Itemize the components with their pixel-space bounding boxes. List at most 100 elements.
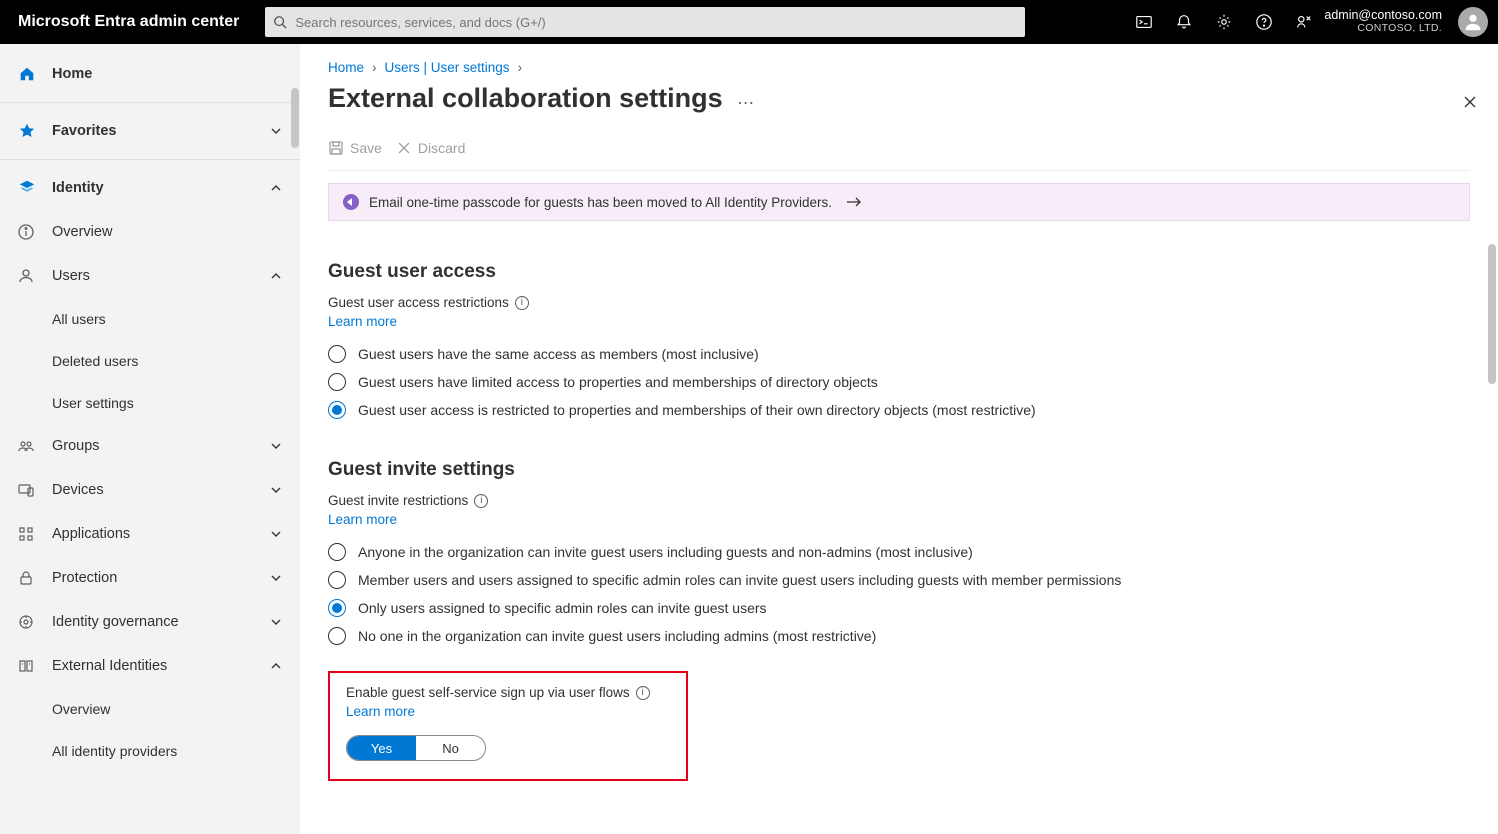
sidebar-devices[interactable]: Devices <box>0 468 300 512</box>
star-icon <box>18 122 42 140</box>
guest-invite-opt2[interactable]: Member users and users assigned to speci… <box>328 571 1470 589</box>
sidebar-label: Identity <box>52 180 104 196</box>
learn-more-link[interactable]: Learn more <box>328 314 397 329</box>
command-bar: Save Discard <box>328 140 1470 171</box>
crumb-home[interactable]: Home <box>328 60 364 75</box>
discard-label: Discard <box>418 140 465 156</box>
guest-access-opt3[interactable]: Guest user access is restricted to prope… <box>328 401 1470 419</box>
guest-access-restrictions-label: Guest user access restrictions i <box>328 295 1470 310</box>
sidebar-overview[interactable]: Overview <box>0 210 300 254</box>
help-icon[interactable] <box>1244 0 1284 44</box>
toggle-yes[interactable]: Yes <box>347 736 416 760</box>
sidebar-external-providers[interactable]: All identity providers <box>0 730 300 772</box>
guest-invite-radio-group: Anyone in the organization can invite gu… <box>328 543 1470 645</box>
info-icon <box>18 224 42 240</box>
discard-button[interactable]: Discard <box>396 140 465 156</box>
self-service-highlight: Enable guest self-service sign up via us… <box>328 671 688 781</box>
crumb-users-settings[interactable]: Users | User settings <box>385 60 510 75</box>
sidebar-external-identities[interactable]: External Identities <box>0 644 300 688</box>
learn-more-link[interactable]: Learn more <box>328 512 397 527</box>
sidebar-applications[interactable]: Applications <box>0 512 300 556</box>
account-info[interactable]: admin@contoso.com CONTOSO, LTD. <box>1324 9 1448 34</box>
banner-text: Email one-time passcode for guests has b… <box>369 195 832 210</box>
sidebar-label: Protection <box>52 570 117 586</box>
info-banner: Email one-time passcode for guests has b… <box>328 183 1470 221</box>
chevron-down-icon <box>270 125 282 137</box>
close-icon[interactable] <box>1462 94 1478 110</box>
learn-more-link[interactable]: Learn more <box>346 704 415 719</box>
sidebar-governance[interactable]: Identity governance <box>0 600 300 644</box>
info-icon[interactable]: i <box>474 494 488 508</box>
global-search[interactable] <box>265 7 1025 37</box>
chevron-up-icon <box>270 270 282 282</box>
guest-invite-opt4[interactable]: No one in the organization can invite gu… <box>328 627 1470 645</box>
info-badge-icon <box>343 194 359 210</box>
self-service-label: Enable guest self-service sign up via us… <box>346 685 670 700</box>
apps-icon <box>18 526 42 542</box>
external-icon <box>18 658 42 674</box>
sidebar-favorites[interactable]: Favorites <box>0 109 300 153</box>
user-icon <box>18 268 42 284</box>
self-service-toggle[interactable]: Yes No <box>346 735 486 761</box>
arrow-right-icon[interactable] <box>846 196 862 208</box>
sidebar: Home Favorites Identity Ove <box>0 44 300 834</box>
top-bar: Microsoft Entra admin center admin@conto… <box>0 0 1498 44</box>
guest-invite-restrictions-label: Guest invite restrictions i <box>328 493 1470 508</box>
sidebar-label: Home <box>52 66 92 82</box>
save-button[interactable]: Save <box>328 140 382 156</box>
sidebar-label: Favorites <box>52 123 116 139</box>
sidebar-user-settings[interactable]: User settings <box>0 382 300 424</box>
sidebar-identity[interactable]: Identity <box>0 166 300 210</box>
chevron-down-icon <box>270 572 282 584</box>
feedback-icon[interactable] <box>1284 0 1324 44</box>
avatar[interactable] <box>1458 7 1488 37</box>
sidebar-home[interactable]: Home <box>0 52 300 96</box>
brand-title: Microsoft Entra admin center <box>0 13 257 31</box>
top-icon-bar <box>1124 0 1324 44</box>
settings-icon[interactable] <box>1204 0 1244 44</box>
sidebar-protection[interactable]: Protection <box>0 556 300 600</box>
sidebar-label: Users <box>52 268 90 284</box>
section-guest-invite-heading: Guest invite settings <box>328 459 1470 481</box>
page-title: External collaboration settings <box>328 83 723 114</box>
guest-invite-opt1[interactable]: Anyone in the organization can invite gu… <box>328 543 1470 561</box>
chevron-down-icon <box>270 528 282 540</box>
chevron-down-icon <box>270 440 282 452</box>
identity-icon <box>18 179 42 197</box>
search-input[interactable] <box>295 7 1025 37</box>
info-icon[interactable]: i <box>636 686 650 700</box>
chevron-right-icon: › <box>518 60 523 75</box>
sidebar-label: Applications <box>52 526 130 542</box>
sidebar-label: Groups <box>52 438 100 454</box>
cloud-shell-icon[interactable] <box>1124 0 1164 44</box>
scrollbar-thumb[interactable] <box>1488 244 1496 384</box>
breadcrumb: Home › Users | User settings › <box>328 60 1470 75</box>
sidebar-label: Devices <box>52 482 104 498</box>
more-actions-icon[interactable]: … <box>737 88 757 109</box>
account-org: CONTOSO, LTD. <box>1357 23 1442 35</box>
chevron-down-icon <box>270 616 282 628</box>
guest-invite-opt3[interactable]: Only users assigned to specific admin ro… <box>328 599 1470 617</box>
account-email: admin@contoso.com <box>1324 9 1442 23</box>
section-guest-access-heading: Guest user access <box>328 261 1470 283</box>
main-content: Home › Users | User settings › External … <box>300 44 1498 834</box>
groups-icon <box>18 438 42 454</box>
sidebar-all-users[interactable]: All users <box>0 298 300 340</box>
scrollbar-thumb[interactable] <box>291 88 299 148</box>
guest-access-opt2[interactable]: Guest users have limited access to prope… <box>328 373 1470 391</box>
info-icon[interactable]: i <box>515 296 529 310</box>
toggle-no[interactable]: No <box>416 736 485 760</box>
sidebar-label: Identity governance <box>52 614 179 630</box>
chevron-down-icon <box>270 484 282 496</box>
sidebar-external-overview[interactable]: Overview <box>0 688 300 730</box>
sidebar-label: Overview <box>52 224 112 240</box>
guest-access-opt1[interactable]: Guest users have the same access as memb… <box>328 345 1470 363</box>
chevron-right-icon: › <box>372 60 377 75</box>
sidebar-groups[interactable]: Groups <box>0 424 300 468</box>
save-label: Save <box>350 140 382 156</box>
notifications-icon[interactable] <box>1164 0 1204 44</box>
search-icon <box>265 15 295 29</box>
sidebar-users[interactable]: Users <box>0 254 300 298</box>
chevron-up-icon <box>270 660 282 672</box>
sidebar-deleted-users[interactable]: Deleted users <box>0 340 300 382</box>
